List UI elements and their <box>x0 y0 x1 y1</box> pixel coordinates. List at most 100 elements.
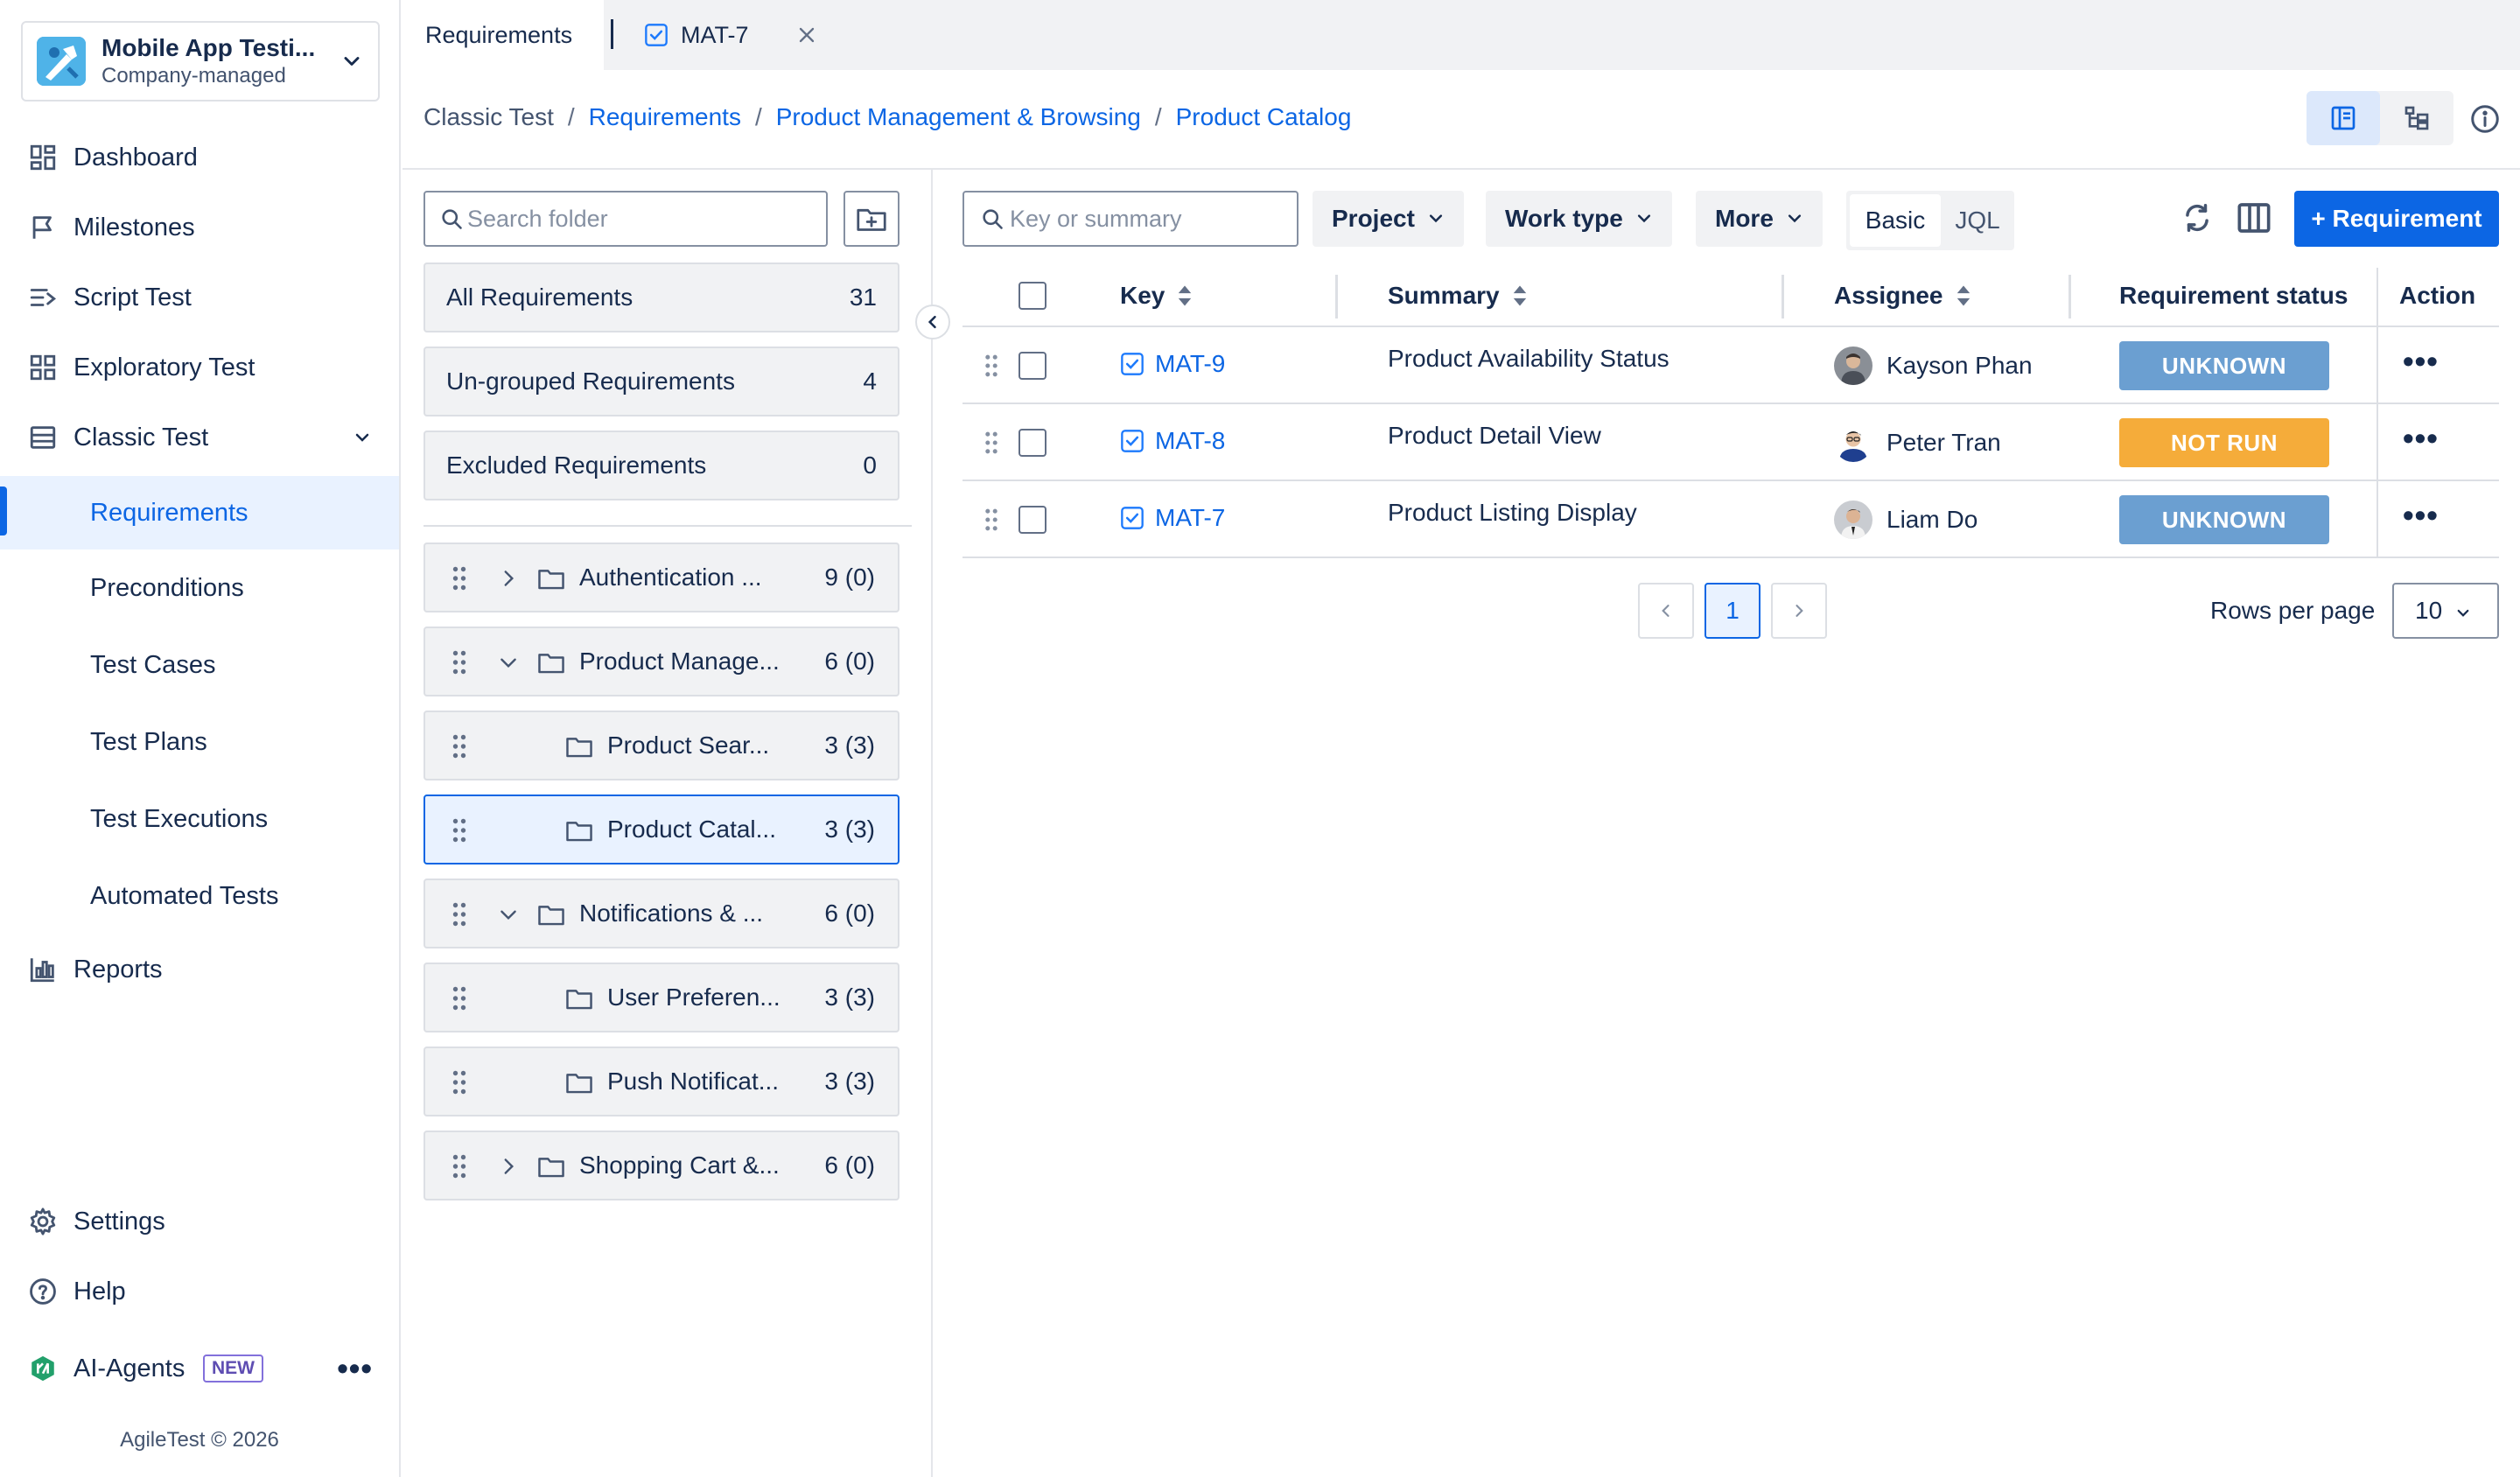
project-switcher[interactable]: Mobile App Testi... Company-managed <box>21 21 380 102</box>
status-badge[interactable]: NOT RUN <box>2119 418 2329 467</box>
breadcrumb-product-catalog[interactable]: Product Catalog <box>1176 103 1352 131</box>
select-all-checkbox[interactable] <box>1018 282 1046 310</box>
folder-row[interactable]: Product Manage... 6 (0) <box>424 626 900 696</box>
row-checkbox[interactable] <box>1018 506 1046 534</box>
refresh-icon[interactable] <box>2180 201 2214 234</box>
ungrouped-requirements-item[interactable]: Un-grouped Requirements 4 <box>424 346 900 416</box>
folder-row[interactable]: Push Notificat... 3 (3) <box>424 1046 900 1116</box>
more-actions-icon[interactable]: ••• <box>2403 343 2439 380</box>
table-icon <box>30 426 56 449</box>
drag-handle-icon[interactable] <box>984 430 999 455</box>
all-requirements-item[interactable]: All Requirements 31 <box>424 262 900 332</box>
more-actions-icon[interactable]: ••• <box>2403 497 2439 534</box>
table-row[interactable]: MAT-7 Product Listing Display Liam Do UN… <box>962 481 2499 558</box>
breadcrumb-classic-test[interactable]: Classic Test <box>424 103 554 131</box>
breadcrumb-product-management[interactable]: Product Management & Browsing <box>776 103 1141 131</box>
column-separator[interactable] <box>1782 275 1784 318</box>
table-row[interactable]: MAT-9 Product Availability Status Kayson… <box>962 327 2499 404</box>
table-row[interactable]: MAT-8 Product Detail View Peter Tran NOT… <box>962 404 2499 481</box>
nav-automated-tests[interactable]: Automated Tests <box>0 861 399 931</box>
folder-row[interactable]: Authentication ... 9 (0) <box>424 542 900 612</box>
chevron-right-icon[interactable] <box>497 567 520 590</box>
status-badge[interactable]: UNKNOWN <box>2119 495 2329 544</box>
issue-key-link[interactable]: MAT-9 <box>1120 350 1225 378</box>
folder-row[interactable]: Product Sear... 3 (3) <box>424 710 900 780</box>
row-checkbox[interactable] <box>1018 352 1046 380</box>
checkbox-checked-icon <box>1121 430 1144 452</box>
column-assignee[interactable]: Assignee <box>1834 282 1971 310</box>
tab-issue[interactable]: MAT-7 <box>644 0 749 70</box>
issue-key-link[interactable]: MAT-7 <box>1120 504 1225 532</box>
basic-mode-button[interactable]: Basic <box>1850 194 1941 247</box>
chevron-down-icon[interactable] <box>497 903 520 926</box>
column-separator[interactable] <box>2068 275 2071 318</box>
excluded-requirements-item[interactable]: Excluded Requirements 0 <box>424 430 900 500</box>
more-filter-button[interactable]: More <box>1696 191 1823 247</box>
nav-test-plans[interactable]: Test Plans <box>0 707 399 777</box>
drag-handle-icon[interactable] <box>452 985 467 1012</box>
folder-icon <box>538 570 564 590</box>
chevron-down-icon[interactable] <box>497 651 520 674</box>
nav-preconditions[interactable]: Preconditions <box>0 553 399 623</box>
info-icon[interactable] <box>2469 103 2501 135</box>
nav-exploratory-test[interactable]: Exploratory Test <box>0 332 399 402</box>
search-folder-input[interactable]: Search folder <box>424 191 828 247</box>
next-page-button[interactable] <box>1771 583 1827 639</box>
drag-handle-icon[interactable] <box>452 817 467 844</box>
project-name: Mobile App Testi... <box>102 34 316 61</box>
row-checkbox[interactable] <box>1018 429 1046 457</box>
columns-icon[interactable] <box>2236 201 2272 234</box>
folder-row[interactable]: Notifications & ... 6 (0) <box>424 878 900 948</box>
drag-handle-icon[interactable] <box>452 649 467 676</box>
work-type-filter-button[interactable]: Work type <box>1486 191 1672 247</box>
nav-ai-agents[interactable]: AI-Agents NEW ••• <box>0 1334 399 1404</box>
folder-row[interactable]: User Preferen... 3 (3) <box>424 962 900 1032</box>
drag-handle-icon[interactable] <box>452 1153 467 1180</box>
folder-row[interactable]: Shopping Cart &... 6 (0) <box>424 1130 900 1200</box>
drag-handle-icon[interactable] <box>984 508 999 532</box>
tab-requirements-label: Requirements <box>425 21 573 48</box>
nav-classic-test[interactable]: Classic Test <box>0 402 399 472</box>
nav-dashboard[interactable]: Dashboard <box>0 122 399 192</box>
nav-settings[interactable]: Settings <box>0 1186 399 1256</box>
column-key[interactable]: Key <box>1120 282 1193 310</box>
status-badge[interactable]: UNKNOWN <box>2119 341 2329 390</box>
drag-handle-icon[interactable] <box>452 901 467 928</box>
drag-handle-icon[interactable] <box>452 733 467 760</box>
key-search-input[interactable]: Key or summary <box>962 191 1298 247</box>
nav-requirements[interactable]: Requirements <box>0 476 399 550</box>
folder-icon <box>566 1074 592 1094</box>
add-folder-button[interactable] <box>844 191 900 247</box>
jql-mode-button[interactable]: JQL <box>1944 194 2011 247</box>
drag-handle-icon[interactable] <box>452 565 467 592</box>
more-actions-icon[interactable]: ••• <box>2403 420 2439 457</box>
page-button-current[interactable]: 1 <box>1704 583 1760 639</box>
project-filter-button[interactable]: Project <box>1312 191 1464 247</box>
more-icon[interactable]: ••• <box>337 1350 373 1387</box>
issue-key-link[interactable]: MAT-8 <box>1120 427 1225 455</box>
close-icon[interactable] <box>794 23 819 47</box>
nav-script-test[interactable]: Script Test <box>0 262 399 332</box>
drag-handle-icon[interactable] <box>452 1069 467 1096</box>
nav-milestones[interactable]: Milestones <box>0 192 399 262</box>
folder-count: 3 (3) <box>824 1068 875 1095</box>
nav-reports[interactable]: Reports <box>0 934 399 1004</box>
breadcrumb-requirements[interactable]: Requirements <box>589 103 741 131</box>
collapse-panel-button[interactable] <box>915 304 950 340</box>
nav-test-cases[interactable]: Test Cases <box>0 630 399 700</box>
column-separator[interactable] <box>1335 275 1338 318</box>
column-summary[interactable]: Summary <box>1388 282 1528 310</box>
folder-row-selected[interactable]: Product Catal... 3 (3) <box>424 794 900 864</box>
chevron-right-icon[interactable] <box>497 1155 520 1178</box>
add-requirement-button[interactable]: + Requirement <box>2294 191 2499 247</box>
prev-page-button[interactable] <box>1638 583 1694 639</box>
nav-test-executions[interactable]: Test Executions <box>0 784 399 854</box>
list-view-button[interactable] <box>2306 91 2380 145</box>
nav-test-executions-label: Test Executions <box>90 804 269 833</box>
nav-help[interactable]: Help <box>0 1256 399 1326</box>
copyright: AgileTest © 2026 <box>120 1428 279 1452</box>
drag-handle-icon[interactable] <box>984 354 999 378</box>
rows-per-page-select[interactable]: 10 <box>2392 583 2499 639</box>
tree-view-button[interactable] <box>2380 91 2454 145</box>
tab-requirements[interactable]: Requirements <box>402 0 604 70</box>
